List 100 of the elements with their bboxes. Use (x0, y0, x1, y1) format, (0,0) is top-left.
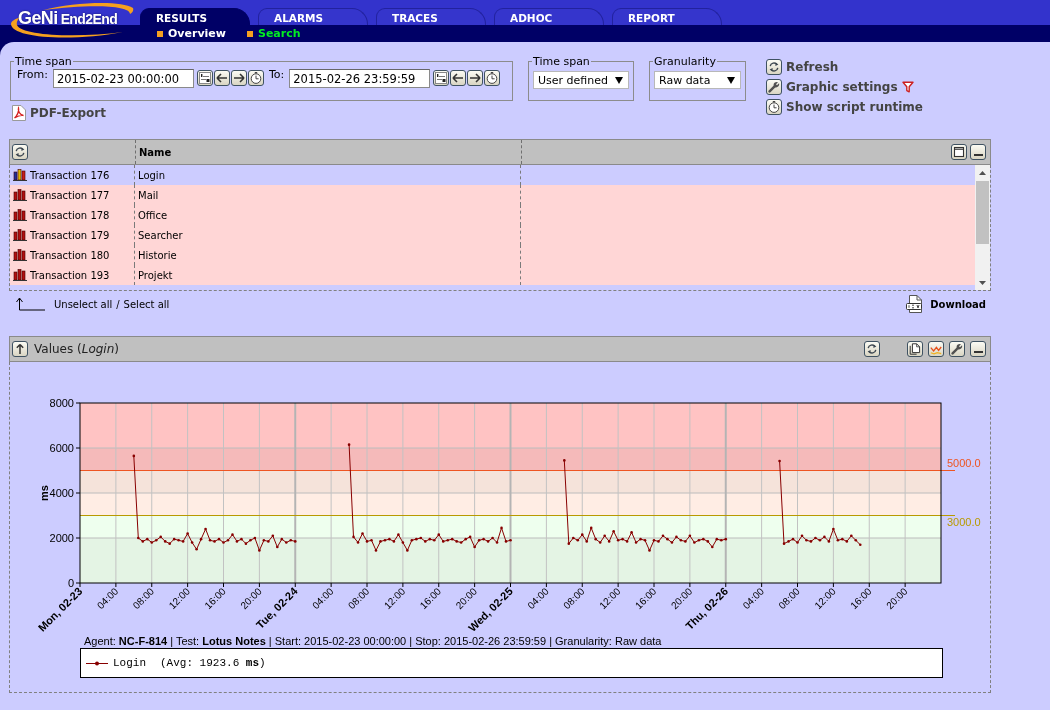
data-point (374, 549, 378, 552)
left-arrow-button[interactable] (213, 70, 230, 86)
nav-tab[interactable]: REPORT (612, 8, 722, 25)
transaction-label: Transaction 179 (30, 229, 110, 241)
logo-text: GeNi (18, 8, 58, 29)
column-header: Name (139, 146, 172, 158)
transaction-row[interactable]: Transaction 177 Mail (10, 185, 975, 205)
scrollbar[interactable] (975, 165, 990, 290)
date-field[interactable]: 2015-02-23 00:00:00 (52, 69, 194, 88)
transaction-label: Transaction 177 (30, 189, 110, 201)
clock-button[interactable] (766, 99, 782, 115)
calendar-button[interactable] (433, 70, 450, 86)
clock-button[interactable] (484, 70, 501, 86)
dropdown[interactable]: User defined (533, 71, 629, 89)
y-tick-label: 0 (67, 577, 74, 589)
data-point (437, 533, 441, 536)
action-link[interactable]: Refresh (786, 60, 839, 74)
y-tick-label: 6000 (49, 442, 74, 454)
maximize-icon (953, 146, 965, 158)
data-point (401, 541, 405, 544)
corner-arrow-icon (16, 297, 45, 311)
minimize-button[interactable] (970, 341, 986, 357)
wrench-icon (951, 343, 963, 355)
calendar-icon (198, 72, 211, 84)
left-arrow-icon (215, 72, 228, 84)
fieldset-legend: Time span (532, 55, 591, 68)
nav-tab[interactable]: ADHOC (494, 8, 604, 25)
panel-title: Values (Login) (34, 342, 119, 356)
legend-series-name: Login (113, 657, 146, 669)
right-arrow-button[interactable] (230, 70, 247, 86)
data-point (276, 545, 279, 549)
pdf-export-link[interactable]: PDF-Export (30, 106, 106, 120)
data-point (688, 534, 692, 538)
scrollbar-thumb[interactable] (976, 181, 989, 244)
link-separator: / (116, 298, 120, 310)
refresh-button[interactable] (766, 59, 782, 75)
data-point (271, 534, 275, 538)
data-point (352, 535, 355, 539)
data-point (648, 549, 651, 552)
date-field[interactable]: 2015-02-26 23:59:59 (289, 69, 431, 88)
data-point (589, 526, 593, 530)
up-arrow-button[interactable] (12, 341, 28, 357)
nav-tab[interactable]: TRACES (376, 8, 486, 25)
transaction-row[interactable]: Transaction 180 Historie (10, 245, 975, 265)
data-point (778, 459, 781, 463)
calendar-button[interactable] (196, 70, 213, 86)
data-point (607, 540, 611, 543)
sub-tab[interactable]: Search (247, 27, 301, 40)
data-point (190, 541, 194, 544)
fieldset-legend: Time span (14, 55, 73, 68)
data-point (199, 537, 203, 541)
download-link[interactable]: Download (930, 298, 986, 310)
data-point (567, 542, 571, 545)
legend-summary: (Avg: 1923.6 ms) (160, 657, 266, 669)
data-point (585, 540, 589, 543)
action-link[interactable]: Graphic settings (786, 80, 898, 94)
right-arrow-button[interactable] (467, 70, 484, 86)
document-button[interactable] (907, 341, 923, 357)
data-point (473, 545, 476, 549)
caret-icon (727, 76, 735, 84)
pdf-icon (12, 105, 26, 121)
select-all-link[interactable]: Select all (123, 298, 170, 310)
line-chart-button[interactable] (928, 341, 944, 357)
bullet-icon (247, 30, 253, 37)
field-label: To: (268, 68, 285, 81)
wrench-button[interactable] (766, 79, 782, 95)
y-axis-title: ms (38, 485, 50, 501)
transaction-label: Transaction 180 (30, 249, 110, 261)
nav-tab[interactable]: ALARMS (258, 8, 368, 25)
nav-tab[interactable]: RESULTS (140, 8, 250, 25)
fieldset-legend: Granularity (653, 55, 717, 68)
minimize-icon (973, 154, 983, 156)
data-point (186, 532, 189, 535)
left-arrow-button[interactable] (450, 70, 467, 86)
clock-icon (249, 72, 262, 84)
sub-tab[interactable]: Overview (157, 27, 226, 40)
data-point (603, 534, 606, 538)
dropdown[interactable]: Raw data (654, 71, 741, 89)
transaction-row[interactable]: Transaction 178 Office (10, 205, 975, 225)
data-point (397, 533, 400, 536)
refresh-icon (768, 61, 780, 73)
wrench-icon (768, 81, 780, 93)
transaction-row[interactable]: Transaction 193 Projekt (10, 265, 975, 285)
unselect-all-link[interactable]: Unselect all (54, 298, 113, 310)
data-point (580, 533, 584, 536)
scroll-down-icon[interactable] (979, 281, 986, 285)
maximize-button[interactable] (951, 144, 967, 160)
transaction-label: Transaction 178 (30, 209, 110, 221)
minimize-button[interactable] (970, 144, 986, 160)
clock-icon (768, 101, 780, 113)
refresh-button[interactable] (864, 341, 880, 357)
action-link[interactable]: Show script runtime (786, 100, 923, 114)
refresh-button[interactable] (12, 144, 28, 160)
data-point (711, 545, 714, 549)
scroll-up-icon[interactable] (979, 171, 986, 175)
wrench-button[interactable] (949, 341, 965, 357)
table-cell: Projekt (134, 265, 520, 285)
clock-button[interactable] (247, 70, 264, 86)
transaction-row[interactable]: Transaction 179 Searcher (10, 225, 975, 245)
data-point (361, 532, 364, 535)
